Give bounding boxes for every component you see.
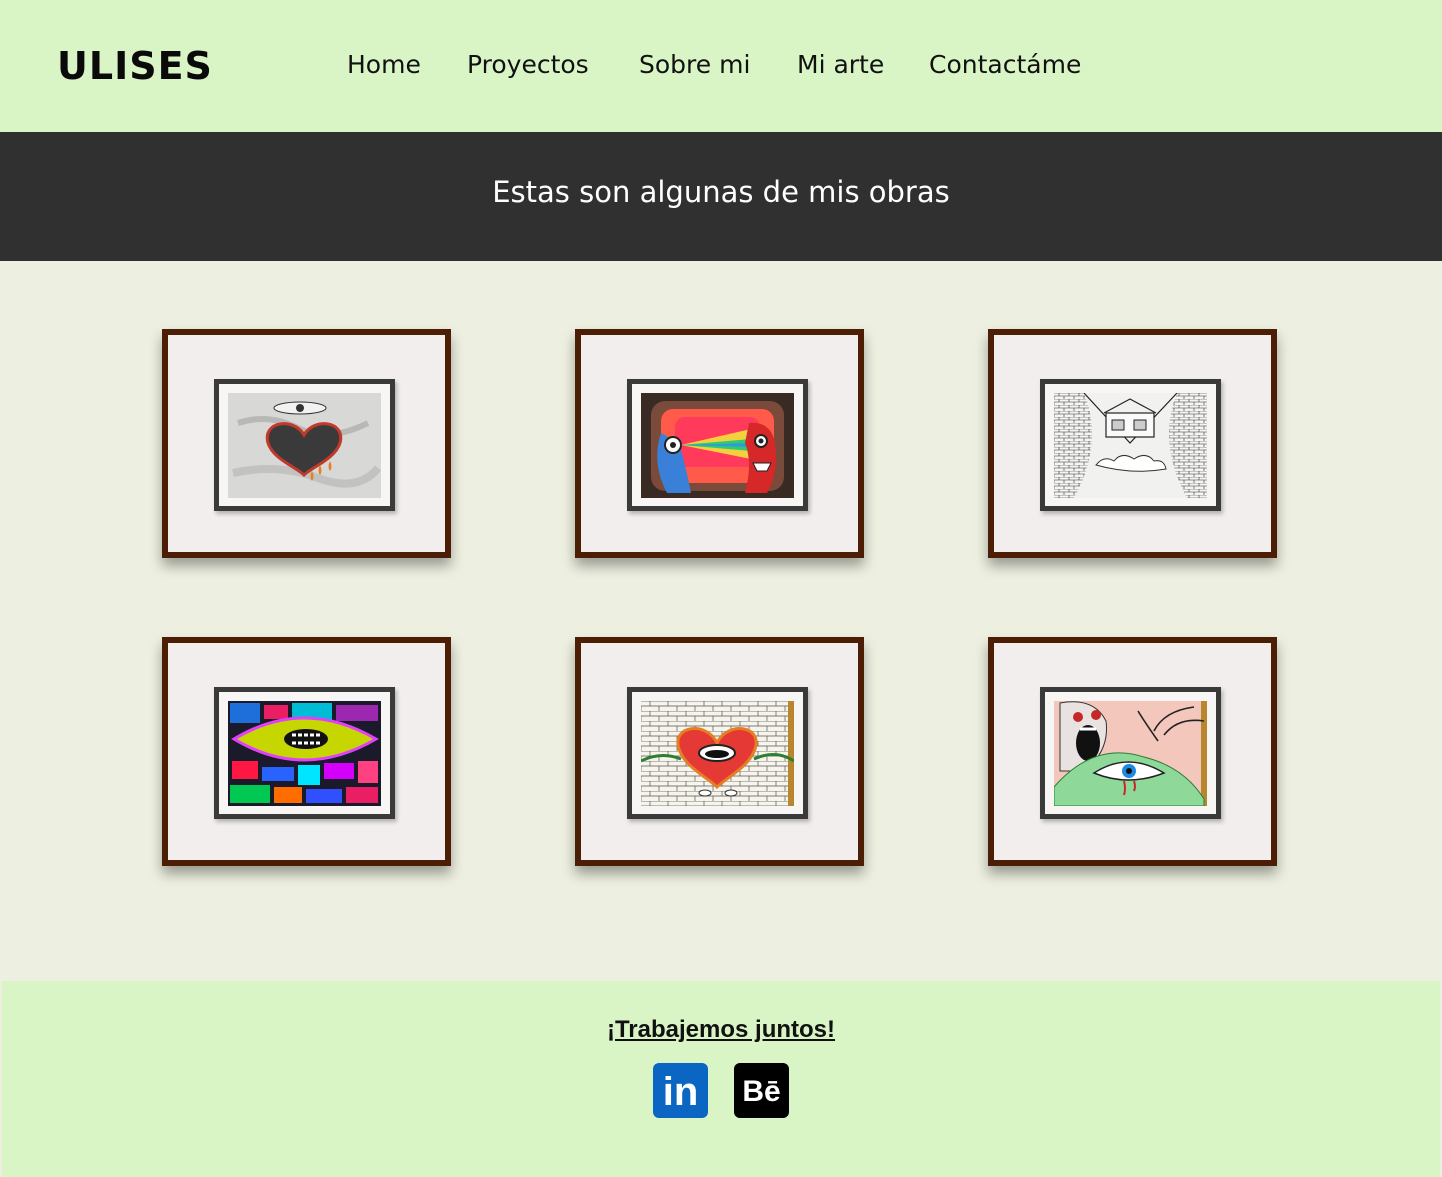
page-title: Estas son algunas de mis obras bbox=[492, 175, 950, 209]
artwork-eye-heart bbox=[228, 393, 381, 498]
artwork-frame-1[interactable] bbox=[162, 329, 451, 558]
artwork-mat bbox=[214, 379, 395, 511]
behance-link[interactable]: Bē bbox=[734, 1063, 789, 1118]
behance-icon: Bē bbox=[734, 1063, 789, 1118]
nav-home[interactable]: Home bbox=[347, 50, 421, 79]
artwork-mat bbox=[214, 687, 395, 819]
artwork-frame-2[interactable] bbox=[575, 329, 864, 558]
nav-proyectos[interactable]: Proyectos bbox=[467, 50, 589, 79]
work-together-link[interactable]: ¡Trabajemos juntos! bbox=[607, 1016, 835, 1043]
site-footer bbox=[2, 981, 1440, 1177]
footer-cta: ¡Trabajemos juntos! bbox=[0, 1016, 1442, 1044]
artwork-frame-4[interactable] bbox=[162, 637, 451, 866]
linkedin-icon: in bbox=[653, 1063, 708, 1118]
artwork-faces-rainbow bbox=[641, 393, 794, 498]
artwork-heart-mouth bbox=[641, 701, 794, 806]
artwork-scream-eye bbox=[1054, 701, 1207, 806]
artwork-frame-5[interactable] bbox=[575, 637, 864, 866]
nav-contactame[interactable]: Contactáme bbox=[929, 50, 1081, 79]
artwork-mosaic-eye bbox=[228, 701, 381, 806]
artwork-house-walls bbox=[1054, 393, 1207, 498]
artwork-frame-6[interactable] bbox=[988, 637, 1277, 866]
behance-icon-label: Bē bbox=[742, 1075, 780, 1108]
nav-sobre-mi[interactable]: Sobre mi bbox=[639, 50, 750, 79]
site-logo[interactable]: ULISES bbox=[57, 44, 213, 88]
artwork-mat bbox=[627, 379, 808, 511]
artwork-frame-3[interactable] bbox=[988, 329, 1277, 558]
artwork-mat bbox=[627, 687, 808, 819]
artwork-mat bbox=[1040, 687, 1221, 819]
linkedin-icon-label: in bbox=[663, 1070, 699, 1114]
nav-mi-arte[interactable]: Mi arte bbox=[797, 50, 884, 79]
artwork-mat bbox=[1040, 379, 1221, 511]
linkedin-link[interactable]: in bbox=[653, 1063, 708, 1118]
